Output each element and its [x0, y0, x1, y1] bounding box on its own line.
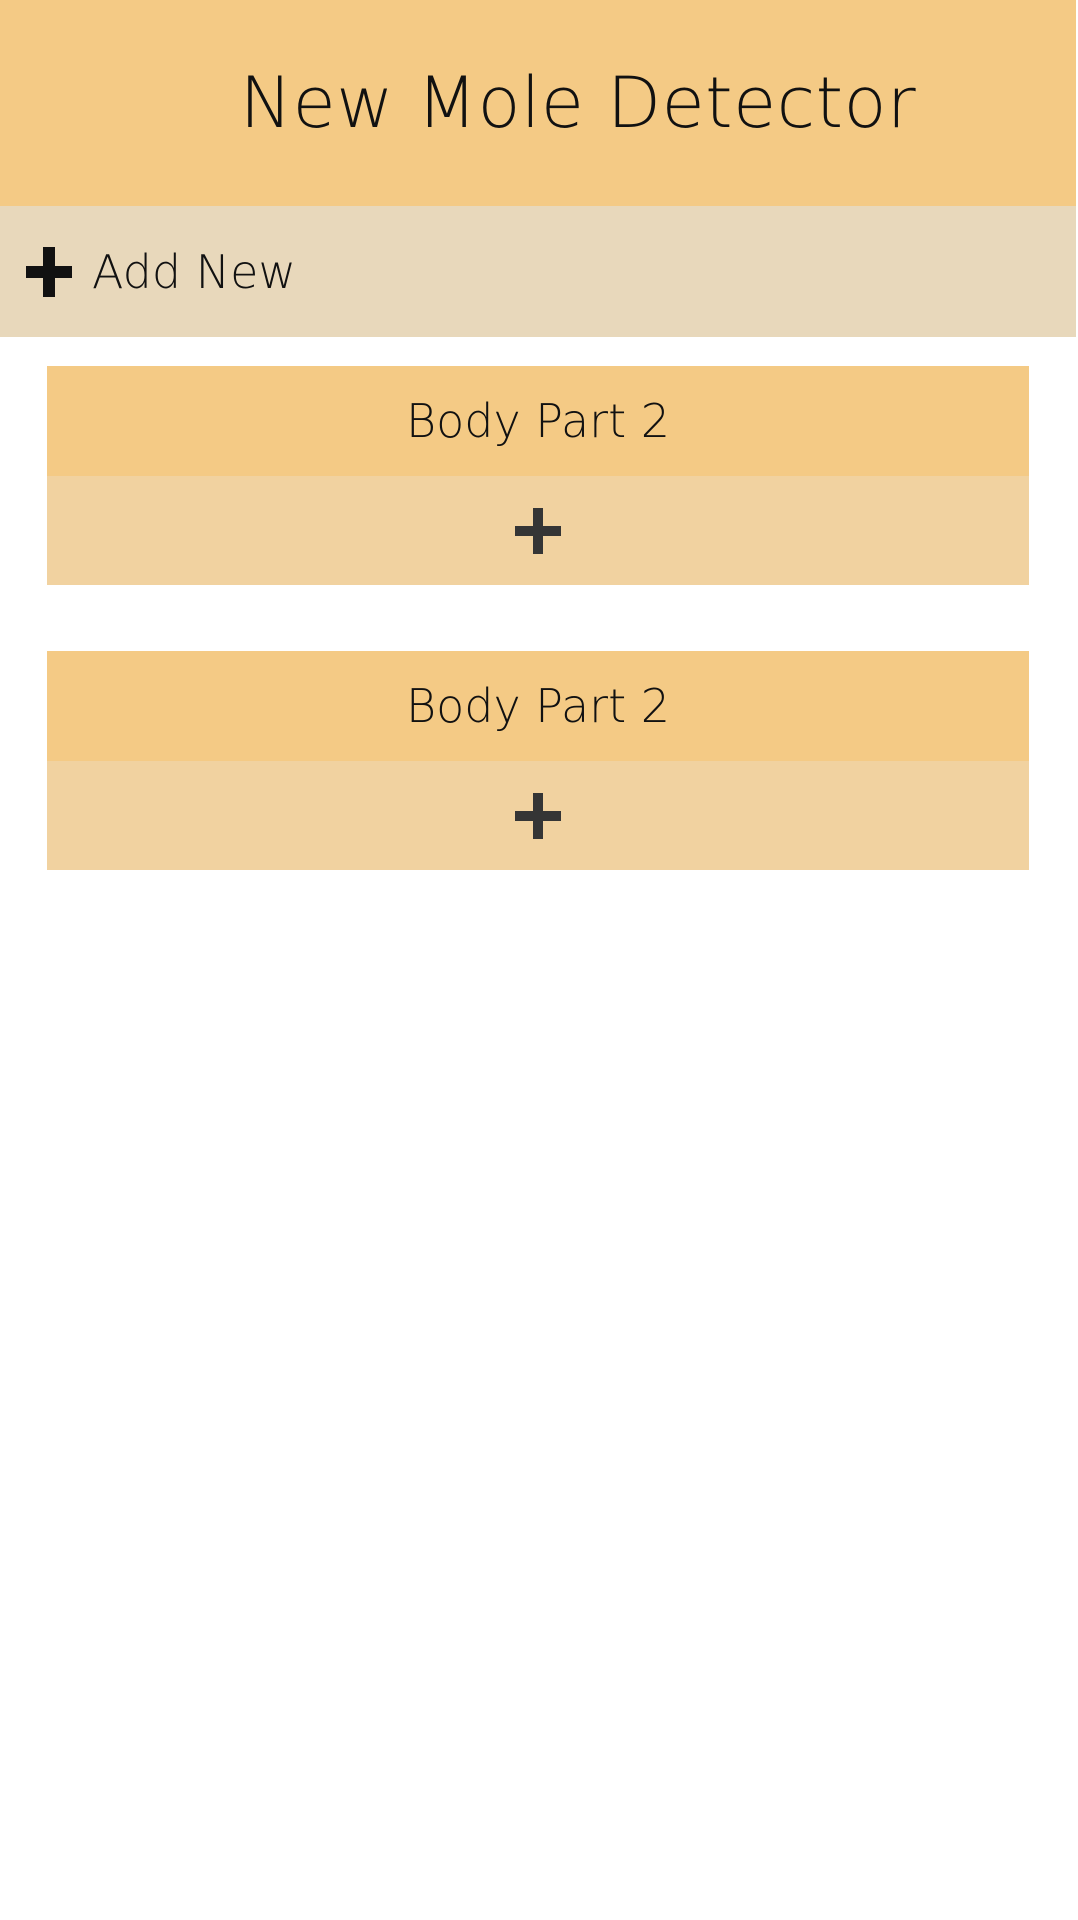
- add-mole-button[interactable]: [47, 476, 1029, 585]
- body-part-card: Body Part 2: [47, 366, 1029, 585]
- add-new-label: Add New: [92, 244, 297, 299]
- add-mole-button[interactable]: [47, 761, 1029, 870]
- body-part-title: Body Part 2: [405, 679, 670, 733]
- body-part-header[interactable]: Body Part 2: [47, 366, 1029, 476]
- body-part-title: Body Part 2: [405, 394, 670, 448]
- add-new-button[interactable]: Add New: [0, 206, 1076, 337]
- plus-icon: [515, 792, 561, 839]
- page-title: New Mole Detector: [239, 62, 917, 144]
- body-part-header[interactable]: Body Part 2: [47, 651, 1029, 761]
- plus-icon: [26, 246, 72, 297]
- app-header: New Mole Detector: [0, 0, 1076, 206]
- body-part-card: Body Part 2: [47, 651, 1029, 870]
- plus-icon: [515, 507, 561, 554]
